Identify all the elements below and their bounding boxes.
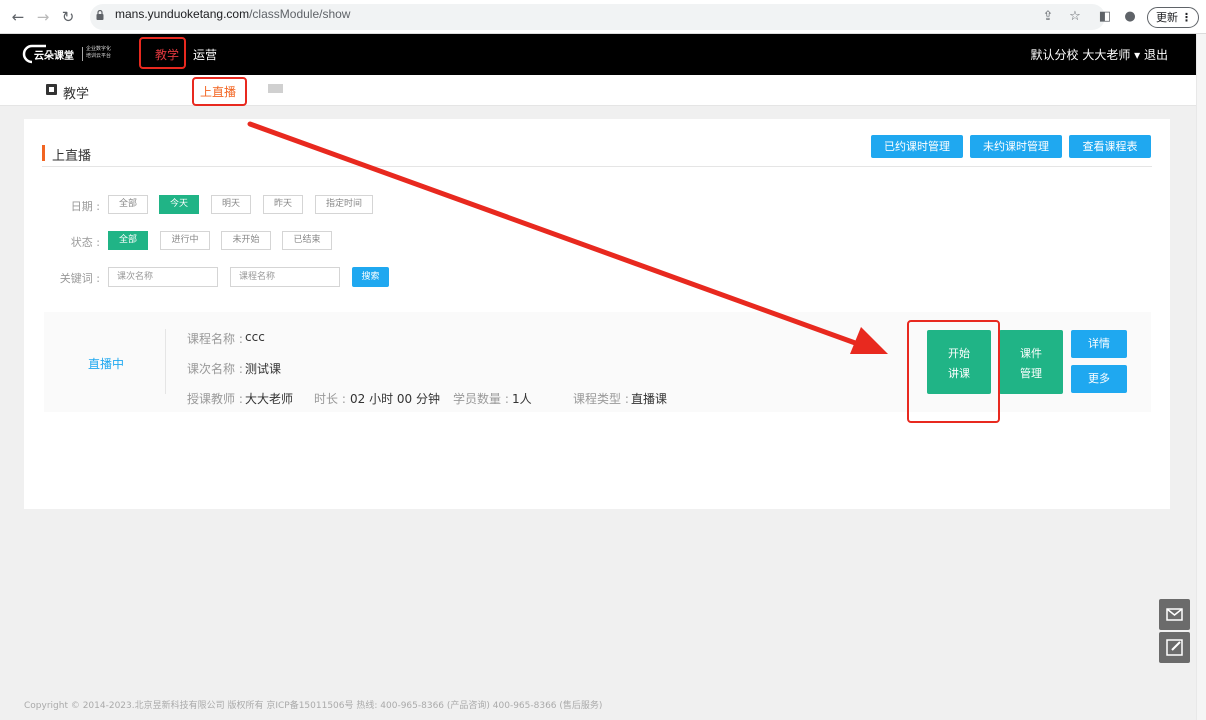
status-filter-label: 状态 :: [70, 236, 100, 249]
annotation-box-start-lecture: [907, 320, 1000, 423]
date-chip-custom[interactable]: 指定时间: [315, 195, 373, 214]
mail-icon: [1166, 608, 1183, 621]
date-filter-label: 日期 :: [70, 200, 100, 213]
duration-label: 时长 :: [314, 392, 346, 406]
unbooked-hours-button[interactable]: 未约课时管理: [970, 135, 1062, 158]
lesson-name-value: 测试课: [245, 362, 282, 376]
edit-icon: [1166, 639, 1183, 656]
sub-navigation: 教学 上直播: [0, 75, 1196, 106]
browser-toolbar: ← → ↻ mans.yunduoketang.com/classModule/…: [0, 0, 1206, 34]
course-name-value: ccc: [245, 330, 265, 344]
teaching-icon: [46, 84, 57, 95]
annotation-box-live-tab: [192, 77, 247, 106]
keyword-label: 关键词 :: [59, 272, 100, 285]
course-name-label: 课程名称 :: [187, 332, 243, 346]
forward-arrow-icon[interactable]: →: [33, 7, 53, 27]
section-title: 上直播: [52, 149, 92, 164]
annotation-box-teaching: [139, 37, 186, 69]
reload-icon[interactable]: ↻: [58, 7, 78, 27]
date-chip-yesterday[interactable]: 昨天: [263, 195, 303, 214]
update-button[interactable]: 更新 ⋮: [1147, 7, 1199, 28]
footer: Copyright © 2014-2023.北京昱新科技有限公司 版权所有 京I…: [0, 689, 1196, 720]
bookmark-star-icon[interactable]: ☆: [1066, 8, 1084, 26]
students-value: 1人: [512, 392, 532, 406]
view-schedule-button[interactable]: 查看课程表: [1069, 135, 1151, 158]
topnav-item-operations[interactable]: 运营: [193, 46, 217, 63]
status-chip-in-progress[interactable]: 进行中: [160, 231, 210, 250]
courseware-line2: 管理: [1020, 367, 1042, 380]
booked-hours-button[interactable]: 已约课时管理: [871, 135, 963, 158]
feedback-float-button[interactable]: [1159, 632, 1190, 663]
date-chip-today[interactable]: 今天: [159, 195, 199, 214]
date-chip-all[interactable]: 全部: [108, 195, 148, 214]
main-card: 上直播 已约课时管理 未约课时管理 查看课程表 日期 : 全部 今天 明天 昨天…: [24, 119, 1170, 509]
course-type-value: 直播课: [631, 392, 668, 406]
row-divider: [165, 329, 166, 394]
page-scrollbar[interactable]: [1196, 34, 1206, 720]
subnav-title: 教学: [63, 87, 90, 102]
more-menu-icon: ⋮: [1181, 11, 1192, 24]
logo[interactable]: 云朵课堂 企业数字化 培训云平台: [22, 44, 114, 66]
duration-value: 02 小时 00 分钟: [350, 392, 440, 406]
url-text: mans.yunduoketang.com/classModule/show: [115, 7, 351, 21]
teacher-label: 授课教师 :: [187, 392, 243, 406]
user-menu[interactable]: 默认分校 大大老师 ▾ 退出: [1031, 46, 1168, 63]
students-label: 学员数量 :: [453, 392, 509, 406]
lock-icon: [96, 10, 104, 20]
date-chip-tomorrow[interactable]: 明天: [211, 195, 251, 214]
courseware-line1: 课件: [1020, 347, 1042, 360]
message-float-button[interactable]: [1159, 599, 1190, 630]
side-panel-icon[interactable]: ◧: [1096, 8, 1114, 26]
teacher-value: 大大老师: [245, 392, 294, 406]
lesson-name-label: 课次名称 :: [187, 362, 243, 376]
details-button[interactable]: 详情: [1071, 330, 1127, 358]
lesson-name-input[interactable]: 课次名称: [108, 267, 218, 287]
profile-icon[interactable]: ●: [1121, 8, 1139, 26]
back-arrow-icon[interactable]: ←: [8, 7, 28, 27]
tab-placeholder[interactable]: [268, 84, 283, 93]
footer-text: Copyright © 2014-2023.北京昱新科技有限公司 版权所有 京I…: [24, 701, 603, 711]
course-type-label: 课程类型 :: [573, 392, 629, 406]
course-name-input[interactable]: 课程名称: [230, 267, 340, 287]
more-button[interactable]: 更多: [1071, 365, 1127, 393]
courseware-management-button[interactable]: 课件 管理: [999, 330, 1063, 394]
status-chip-all[interactable]: 全部: [108, 231, 148, 250]
live-status: 直播中: [88, 357, 125, 371]
search-button[interactable]: 搜索: [352, 267, 389, 287]
status-chip-ended[interactable]: 已结束: [282, 231, 332, 250]
status-chip-not-started[interactable]: 未开始: [221, 231, 271, 250]
share-icon[interactable]: ⇪: [1039, 8, 1057, 26]
section-accent-bar: [42, 145, 45, 161]
